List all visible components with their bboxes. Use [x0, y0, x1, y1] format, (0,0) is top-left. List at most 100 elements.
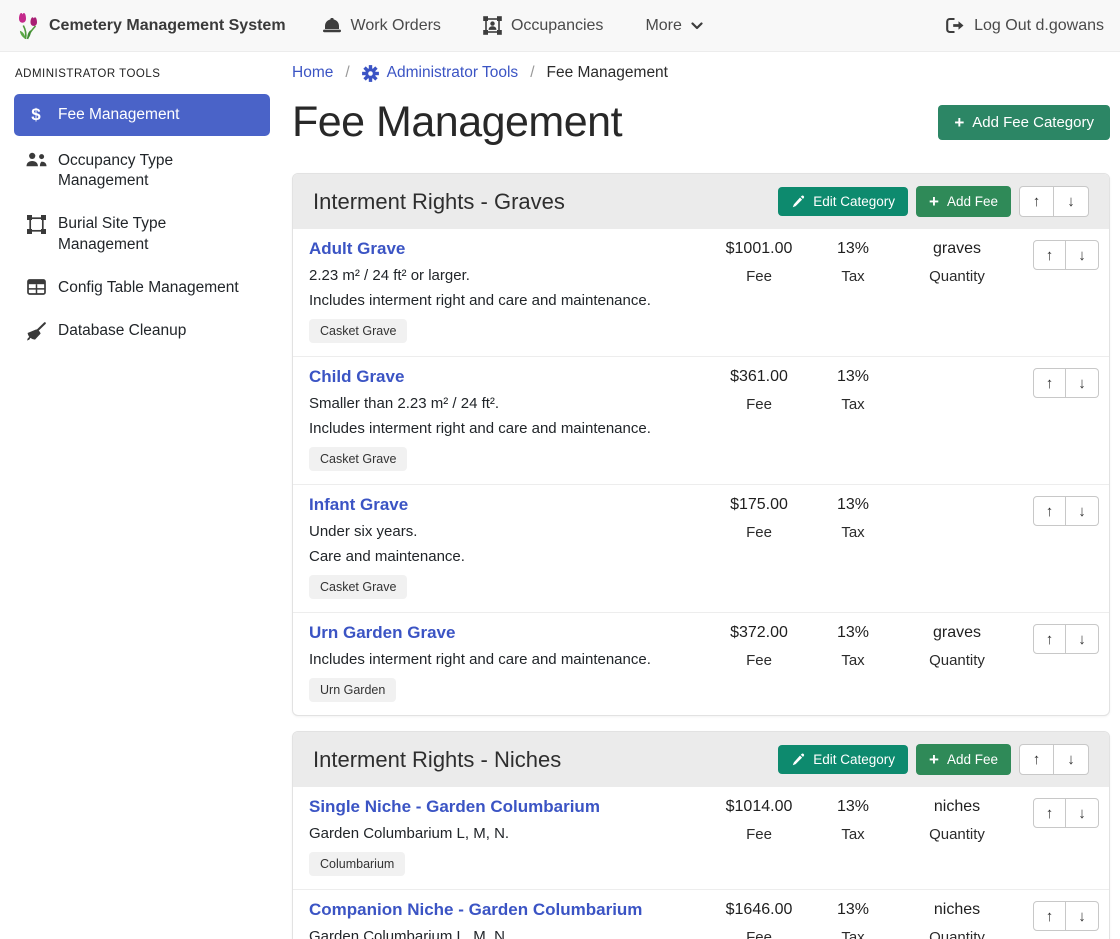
plus-icon: + [954, 114, 964, 131]
move-category-up-button[interactable]: ↑ [1019, 744, 1054, 775]
fee-amount: $1646.00 [711, 901, 807, 919]
fee-type-badge: Casket Grave [309, 575, 407, 599]
tax-label: Tax [807, 268, 899, 285]
move-fee-down-button[interactable]: ↓ [1066, 496, 1099, 526]
sidebar-heading: ADMINISTRATOR TOOLS [15, 68, 270, 80]
fee-name-link[interactable]: Child Grave [309, 367, 404, 386]
tax-value: 13% [807, 624, 899, 642]
main-content: Home / Administrator Tools / Fee Managem… [292, 52, 1110, 939]
fee-amount-col: $372.00 Fee [711, 623, 807, 669]
tax-value: 13% [807, 798, 899, 816]
add-fee-button[interactable]: + Add Fee [916, 186, 1011, 217]
move-category-down-button[interactable]: ↓ [1054, 186, 1089, 217]
breadcrumb: Home / Administrator Tools / Fee Managem… [292, 64, 1110, 82]
fee-reorder-group: ↑ ↓ [1033, 798, 1099, 828]
quantity-value: graves [899, 624, 1015, 642]
add-fee-button[interactable]: + Add Fee [916, 744, 1011, 775]
fee-amount: $361.00 [711, 368, 807, 386]
fee-amount-col: $1001.00 Fee [711, 239, 807, 285]
fee-type-badge: Casket Grave [309, 319, 407, 343]
tax-value: 13% [807, 368, 899, 386]
quantity-value: graves [899, 240, 1015, 258]
nav-item-occupancies[interactable]: Occupancies [483, 16, 604, 35]
people-icon [24, 152, 48, 167]
move-fee-up-button[interactable]: ↑ [1033, 368, 1066, 398]
tax-col: 13% Tax [807, 623, 899, 669]
tulip-logo-icon [16, 11, 40, 40]
add-fee-category-button[interactable]: + Add Fee Category [938, 105, 1110, 140]
breadcrumb-separator: / [345, 64, 349, 82]
edit-category-button[interactable]: Edit Category [778, 187, 908, 216]
fee-name-link[interactable]: Urn Garden Grave [309, 623, 455, 642]
fee-description: Garden Columbarium L, M, N, [309, 928, 711, 939]
fee-description: Smaller than 2.23 m² / 24 ft². [309, 395, 711, 412]
move-fee-up-button[interactable]: ↑ [1033, 240, 1066, 270]
move-fee-down-button[interactable]: ↓ [1066, 624, 1099, 654]
edit-category-button[interactable]: Edit Category [778, 745, 908, 774]
fee-description: Care and maintenance. [309, 548, 711, 565]
sidebar-item-config-table-management[interactable]: Config Table Management [14, 270, 270, 306]
nav-item-work-orders[interactable]: Work Orders [322, 17, 441, 35]
fee-amount-label: Fee [711, 929, 807, 939]
tax-col: 13% Tax [807, 495, 899, 541]
fee-name-link[interactable]: Adult Grave [309, 239, 405, 258]
fee-name-link[interactable]: Infant Grave [309, 495, 408, 514]
fee-description: Includes interment right and care and ma… [309, 420, 711, 437]
move-category-down-button[interactable]: ↓ [1054, 744, 1089, 775]
fee-name-link[interactable]: Companion Niche - Garden Columbarium [309, 900, 642, 919]
gear-icon [362, 65, 379, 82]
move-fee-down-button[interactable]: ↓ [1066, 901, 1099, 931]
tax-label: Tax [807, 524, 899, 541]
sidebar-item-burial-site-type-management[interactable]: Burial Site Type Management [14, 206, 270, 262]
fee-category-card-interment-rights-graves: Interment Rights - Graves Edit Category … [292, 173, 1110, 716]
sidebar-item-database-cleanup[interactable]: Database Cleanup [14, 313, 270, 349]
quantity-col [899, 495, 1015, 506]
quantity-col: graves Quantity [899, 623, 1015, 669]
move-fee-up-button[interactable]: ↑ [1033, 624, 1066, 654]
move-fee-down-button[interactable]: ↓ [1066, 798, 1099, 828]
category-header: Interment Rights - Niches Edit Category … [293, 732, 1109, 787]
fee-name-link[interactable]: Single Niche - Garden Columbarium [309, 797, 600, 816]
move-fee-up-button[interactable]: ↑ [1033, 798, 1066, 828]
category-title: Interment Rights - Niches [313, 747, 561, 773]
sidebar-item-occupancy-type-management[interactable]: Occupancy Type Management [14, 143, 270, 199]
plus-icon: + [929, 193, 939, 210]
move-fee-up-button[interactable]: ↑ [1033, 901, 1066, 931]
tax-label: Tax [807, 929, 899, 939]
pencil-icon [791, 753, 805, 767]
dollar-icon: $ [24, 106, 48, 123]
tax-value: 13% [807, 901, 899, 919]
tax-value: 13% [807, 240, 899, 258]
breadcrumb-home[interactable]: Home [292, 64, 333, 82]
breadcrumb-separator: / [530, 64, 534, 82]
page-title: Fee Management [292, 98, 622, 147]
top-navbar: Cemetery Management System Work Orders O… [0, 0, 1120, 52]
fee-description: 2.23 m² / 24 ft² or larger. [309, 267, 711, 284]
fee-reorder-group: ↑ ↓ [1033, 624, 1099, 654]
tax-col: 13% Tax [807, 900, 899, 939]
move-category-up-button[interactable]: ↑ [1019, 186, 1054, 217]
sidebar-item-fee-management[interactable]: $ Fee Management [14, 94, 270, 136]
breadcrumb-administrator-tools[interactable]: Administrator Tools [362, 64, 519, 82]
tax-col: 13% Tax [807, 239, 899, 285]
logout-icon [945, 17, 964, 34]
quantity-label: Quantity [899, 652, 1015, 669]
bounding-box-icon [24, 215, 48, 234]
quantity-label: Quantity [899, 826, 1015, 843]
logout-button[interactable]: Log Out d.gowans [945, 17, 1104, 35]
move-fee-down-button[interactable]: ↓ [1066, 368, 1099, 398]
fee-row-adult-grave: Adult Grave 2.23 m² / 24 ft² or larger. I… [293, 229, 1109, 357]
move-fee-down-button[interactable]: ↓ [1066, 240, 1099, 270]
quantity-label: Quantity [899, 268, 1015, 285]
fee-description: Includes interment right and care and ma… [309, 292, 711, 309]
chevron-down-icon [691, 22, 703, 30]
fee-type-badge: Columbarium [309, 852, 405, 876]
fee-amount-label: Fee [711, 652, 807, 669]
brand-link[interactable]: Cemetery Management System [16, 11, 286, 40]
fee-amount: $1014.00 [711, 798, 807, 816]
move-fee-up-button[interactable]: ↑ [1033, 496, 1066, 526]
nav-item-more[interactable]: More [645, 17, 702, 35]
quantity-col [899, 367, 1015, 378]
fee-amount: $175.00 [711, 496, 807, 514]
category-title: Interment Rights - Graves [313, 189, 565, 215]
